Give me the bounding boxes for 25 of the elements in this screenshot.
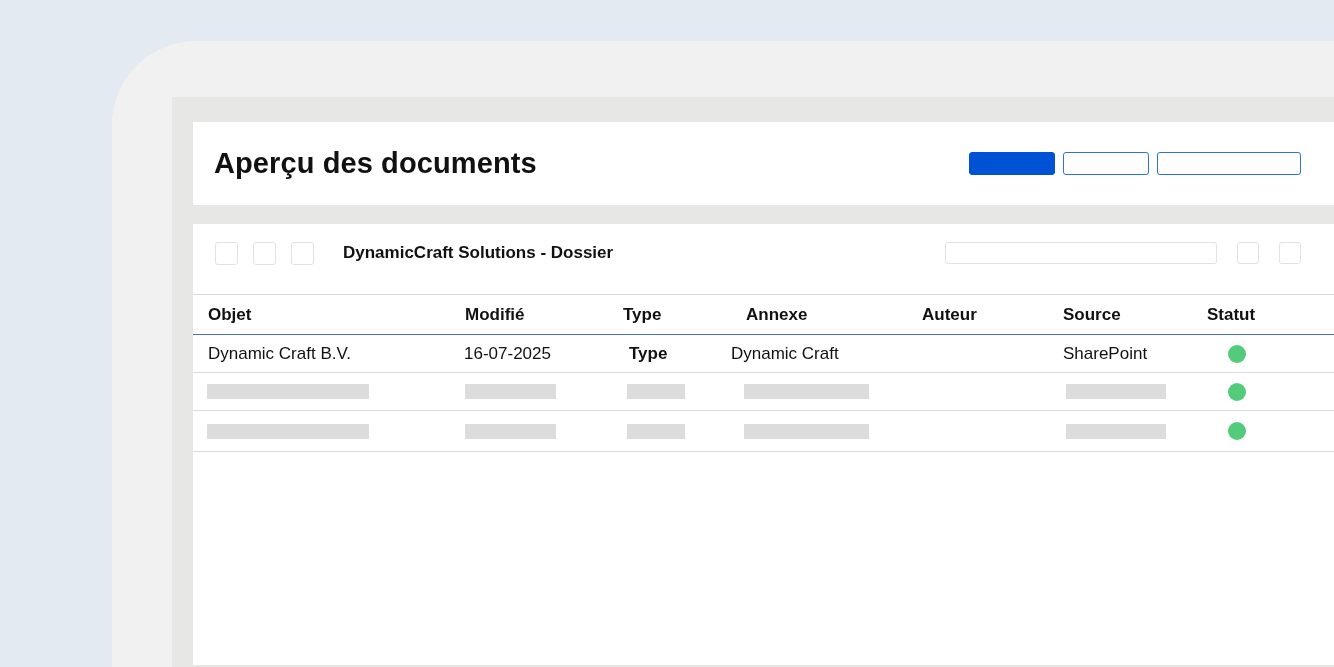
folder-title: DynamicCraft Solutions - Dossier	[343, 243, 614, 263]
table-cell: 16-07-2025	[464, 343, 551, 364]
skeleton-bar	[627, 423, 685, 439]
column-header[interactable]: Auteur	[922, 304, 1063, 325]
toolbar-button[interactable]	[291, 241, 314, 265]
table-cell: SharePoint	[1063, 343, 1148, 364]
column-header[interactable]: Source	[1063, 304, 1207, 325]
outline-button[interactable]	[1063, 152, 1149, 175]
column-header[interactable]: Objet	[208, 304, 464, 325]
column-header[interactable]: Annexe	[746, 304, 922, 325]
page-title: Aperçu des documents	[214, 147, 538, 180]
column-header[interactable]: Statut	[1207, 304, 1334, 325]
search-field[interactable]	[945, 242, 1217, 264]
skeleton-bar	[627, 384, 685, 399]
outline-button[interactable]	[1157, 152, 1301, 175]
column-header[interactable]: Modifié	[465, 304, 623, 325]
table-cell: Dynamic Craft B.V.	[208, 343, 351, 364]
column-header[interactable]: Type	[623, 304, 731, 325]
primary-button[interactable]	[969, 152, 1055, 175]
table-cell: Dynamic Craft	[731, 343, 839, 364]
table-cell: Type	[629, 343, 668, 364]
toolbar-button[interactable]	[215, 241, 238, 265]
toolbar-button[interactable]	[1237, 242, 1259, 264]
toolbar-button[interactable]	[253, 241, 276, 265]
toolbar-button[interactable]	[1279, 242, 1301, 264]
